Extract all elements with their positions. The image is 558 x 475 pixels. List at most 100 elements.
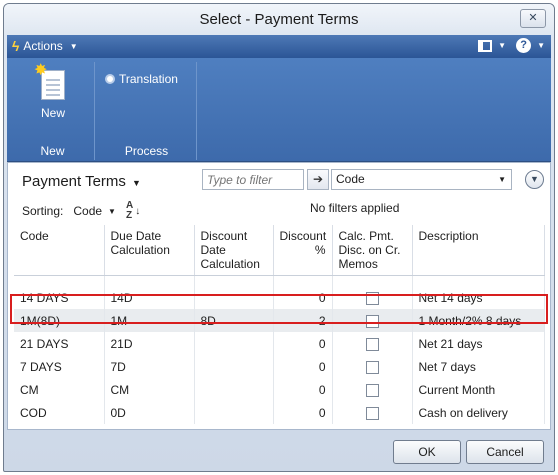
calc-checkbox[interactable] (365, 383, 379, 397)
cell-due: CM (104, 378, 195, 401)
cell-calc (332, 355, 413, 378)
cell-discount-date (194, 355, 274, 378)
new-button-label: New (40, 106, 65, 120)
list-page: Payment Terms ▼ ➔ Code ▼ ▼ Sorting: Code … (7, 162, 551, 430)
new-document-icon: ✸ (34, 63, 65, 100)
table-row[interactable]: CM CM 0 Current Month (14, 378, 545, 401)
translation-button[interactable]: Translation (107, 72, 178, 86)
ribbon-group-label: New (40, 144, 65, 158)
chevron-down-icon: ▼ (530, 174, 539, 184)
column-header-description[interactable]: Description (412, 225, 545, 276)
cell-code: 7 DAYS (14, 355, 105, 378)
sort-ascending-icon[interactable]: AZ (126, 201, 133, 221)
chevron-down-icon: ▼ (537, 41, 545, 50)
ribbon-group-process: Translation Process (97, 62, 197, 160)
cell-discount-pct: 0 (273, 378, 333, 401)
help-icon: ? (516, 38, 532, 53)
table-row[interactable]: 7 DAYS 7D 0 Net 7 days (14, 355, 545, 378)
cell-calc (332, 378, 413, 401)
table-row-selected[interactable]: 1M(8D) 1M 8D 2 1 Month/2% 8 days (14, 309, 545, 332)
column-header-due-date[interactable]: Due Date Calculation (104, 225, 195, 276)
expand-filter-button[interactable]: ▼ (525, 170, 544, 189)
sorting-label: Sorting: (22, 204, 64, 218)
ribbon-group-new: ✸ New New (11, 62, 95, 160)
calc-checkbox[interactable] (365, 406, 379, 420)
table-spacer (14, 275, 545, 286)
translation-icon (107, 76, 113, 82)
chevron-down-icon: ▼ (69, 42, 78, 51)
new-button[interactable]: ✸ New (25, 63, 81, 122)
calc-checkbox[interactable] (365, 291, 379, 305)
cell-due: 21D (104, 332, 195, 355)
table-row[interactable]: 14 DAYS 14D 0 Net 14 days (14, 286, 545, 309)
cell-discount-date: 8D (194, 309, 274, 332)
cell-discount-date (194, 286, 274, 309)
cell-code: 1M(8D) (14, 309, 105, 332)
cancel-button[interactable]: Cancel (466, 440, 544, 464)
cell-description: Net 14 days (412, 286, 545, 309)
cell-description: Current Month (412, 378, 545, 401)
ribbon: ✸ New New Translation Process (7, 58, 551, 162)
layout-menu[interactable]: ▼ (478, 39, 507, 52)
ribbon-group-label: Process (124, 144, 169, 158)
cell-discount-date (194, 378, 274, 401)
title-bar: Select - Payment Terms ✕ (4, 4, 554, 35)
table-header-row: Code Due Date Calculation Discount Date … (14, 225, 545, 276)
actions-menu[interactable]: ϟ Actions ▼ (12, 35, 78, 58)
filter-field-value: Code (336, 172, 365, 186)
table-row[interactable]: 21 DAYS 21D 0 Net 21 days (14, 332, 545, 355)
apply-filter-button[interactable]: ➔ (307, 169, 329, 190)
column-header-calc-pmt-disc[interactable]: Calc. Pmt. Disc. on Cr. Memos (332, 225, 413, 276)
cell-discount-pct: 0 (273, 401, 333, 424)
calc-checkbox[interactable] (365, 314, 379, 328)
sorting-row: Sorting: Code ▼ A Z ↓ (22, 201, 140, 221)
calc-checkbox[interactable] (365, 337, 379, 351)
help-menu[interactable]: ? ▼ (516, 38, 545, 53)
chevron-down-icon: ▼ (131, 178, 141, 188)
window-title: Select - Payment Terms (199, 11, 359, 28)
translation-label: Translation (119, 72, 178, 86)
table-row[interactable]: COD 0D 0 Cash on delivery (14, 401, 545, 424)
cell-code: CM (14, 378, 105, 401)
cell-discount-pct: 2 (273, 309, 333, 332)
calc-checkbox[interactable] (365, 360, 379, 374)
payment-terms-table: Code Due Date Calculation Discount Date … (14, 225, 545, 424)
cell-calc (332, 332, 413, 355)
chevron-down-icon: ▼ (498, 175, 506, 184)
cell-description: Cash on delivery (412, 401, 545, 424)
chevron-down-icon: ▼ (498, 41, 507, 50)
column-header-code[interactable]: Code (14, 225, 105, 276)
list-title-menu[interactable]: Payment Terms ▼ (22, 173, 141, 190)
cell-due: 7D (104, 355, 195, 378)
actions-label: Actions (23, 39, 63, 53)
cell-due: 0D (104, 401, 195, 424)
cell-calc (332, 286, 413, 309)
cell-code: 14 DAYS (14, 286, 105, 309)
dialog-footer: OK Cancel (7, 432, 551, 470)
column-header-discount-date[interactable]: Discount Date Calculation (194, 225, 274, 276)
page-title: Payment Terms (22, 173, 126, 190)
cell-discount-pct: 0 (273, 286, 333, 309)
sort-field-value: Code (73, 204, 103, 218)
cell-description: Net 21 days (412, 332, 545, 355)
ok-button[interactable]: OK (393, 440, 461, 464)
filter-field-select[interactable]: Code ▼ (331, 169, 512, 190)
arrow-right-icon: ➔ (312, 172, 324, 186)
cell-discount-date (194, 401, 274, 424)
close-button[interactable]: ✕ (520, 9, 546, 28)
chevron-down-icon: ▼ (108, 206, 116, 216)
cell-discount-date (194, 332, 274, 355)
action-bar-icons: ▼ ? ▼ (478, 38, 545, 53)
dialog-window: Select - Payment Terms ✕ ϟ Actions ▼ ▼ ?… (3, 3, 555, 472)
cell-discount-pct: 0 (273, 332, 333, 355)
cell-description: 1 Month/2% 8 days (412, 309, 545, 332)
cell-calc (332, 401, 413, 424)
filter-input[interactable] (202, 169, 304, 190)
column-header-discount-pct[interactable]: Discount % (273, 225, 333, 276)
sort-arrow-icon: ↓ (135, 205, 141, 217)
cell-due: 14D (104, 286, 195, 309)
filters-status: No filters applied (310, 201, 400, 215)
sort-field-menu[interactable]: Code ▼ (73, 204, 116, 218)
cell-calc (332, 309, 413, 332)
cell-due: 1M (104, 309, 195, 332)
